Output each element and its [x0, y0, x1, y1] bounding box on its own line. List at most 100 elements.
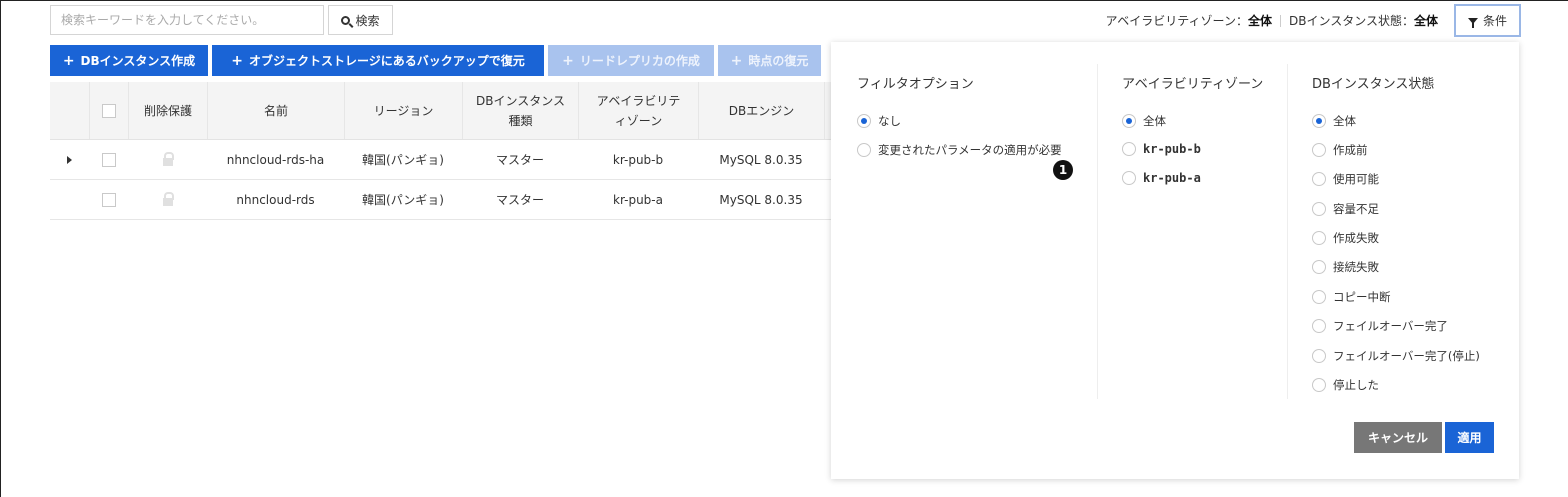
radio-icon	[1312, 172, 1326, 186]
db-state-option-storage-full[interactable]: 容量不足	[1312, 201, 1379, 217]
annotation-badge: 1	[1053, 160, 1073, 180]
db-state-option-label: 作成前	[1333, 143, 1368, 157]
hidden-column-header	[824, 82, 831, 139]
instance-type: マスター	[495, 153, 544, 167]
point-in-time-restore-button[interactable]: + 時点の復元	[718, 45, 821, 76]
search-button[interactable]: 検索	[328, 5, 393, 35]
point-in-time-restore-label: 時点の復元	[748, 54, 809, 68]
db-state-option-label: 停止した	[1333, 378, 1379, 392]
column-divider	[1287, 64, 1288, 399]
select-all-header	[89, 82, 128, 139]
radio-icon	[1312, 290, 1326, 304]
search-button-label: 検索	[355, 13, 380, 28]
az-status-value: 全体	[1247, 14, 1272, 28]
instance-region: 韓国(パンギョ)	[362, 193, 444, 207]
db-state-option-all[interactable]: 全体	[1312, 113, 1356, 129]
az-option-kr-pub-b[interactable]: kr-pub-b	[1122, 142, 1201, 156]
expand-toggle[interactable]	[50, 155, 89, 164]
radio-icon	[1312, 378, 1326, 392]
az-header[interactable]: アベイラビリテ ィゾーン	[578, 82, 698, 139]
radio-selected-icon	[857, 114, 871, 128]
az-option-label: kr-pub-a	[1143, 171, 1201, 185]
instance-az: kr-pub-b	[612, 152, 664, 167]
name-header[interactable]: 名前	[207, 82, 344, 139]
create-instance-label: DBインスタンス作成	[80, 54, 196, 68]
instance-type-header[interactable]: DBインスタンス 種類	[462, 82, 578, 139]
table-header: 削除保護 名前 リージョン DBインスタンス 種類 アベイラビリテ ィゾーン D…	[50, 82, 831, 140]
cancel-button[interactable]: キャンセル	[1354, 422, 1442, 453]
restore-object-storage-button[interactable]: + オブジェクトストレージにあるバックアップで復元	[212, 45, 544, 76]
condition-button-label: 条件	[1482, 14, 1507, 28]
apply-button[interactable]: 適用	[1445, 422, 1494, 453]
condition-button[interactable]: 条件	[1454, 4, 1521, 37]
db-state-filter-title: DBインスタンス状態	[1312, 77, 1435, 92]
filter-option-param-apply-needed[interactable]: 変更されたパラメータの適用が必要	[857, 142, 1062, 158]
create-read-replica-button[interactable]: + リードレプリカの作成	[548, 45, 714, 76]
instance-table: 削除保護 名前 リージョン DBインスタンス 種類 アベイラビリテ ィゾーン D…	[50, 82, 831, 220]
instance-type-header-line2: 種類	[508, 113, 533, 128]
instance-name: nhncloud-rds	[236, 192, 315, 207]
az-option-label: 全体	[1143, 114, 1166, 128]
az-option-all[interactable]: 全体	[1122, 113, 1166, 129]
radio-selected-icon	[1122, 114, 1136, 128]
instance-region: 韓国(パンギョ)	[362, 153, 444, 167]
db-state-option-available[interactable]: 使用可能	[1312, 171, 1379, 187]
db-state-option-label: 全体	[1333, 114, 1356, 128]
radio-icon	[1312, 202, 1326, 216]
plus-icon: +	[62, 52, 75, 69]
radio-icon	[1312, 349, 1326, 363]
db-state-option-failover-complete-stopped[interactable]: フェイルオーバー完了(停止)	[1312, 348, 1480, 364]
instance-engine: MySQL 8.0.35	[719, 152, 803, 167]
filter-options-title: フィルタオプション	[857, 77, 974, 92]
expand-column-header	[50, 82, 89, 139]
select-all-checkbox[interactable]	[102, 103, 116, 118]
az-status-label: アベイラビリティゾーン：	[1105, 14, 1248, 28]
db-state-option-label: 作成失敗	[1333, 231, 1379, 245]
engine-header[interactable]: DBエンジン	[698, 82, 824, 139]
radio-icon	[1122, 171, 1136, 185]
lock-icon	[162, 192, 174, 206]
db-state-option-label: フェイルオーバー完了	[1333, 319, 1448, 333]
row-checkbox[interactable]	[101, 192, 116, 207]
db-state-option-failover-complete[interactable]: フェイルオーバー完了	[1312, 318, 1448, 334]
radio-selected-icon	[1312, 114, 1326, 128]
instance-engine: MySQL 8.0.35	[719, 192, 803, 207]
instance-az: kr-pub-a	[613, 192, 663, 207]
delete-protection-header[interactable]: 削除保護	[128, 82, 207, 139]
search-input[interactable]	[50, 5, 324, 35]
plus-icon: +	[231, 52, 243, 69]
db-state-status-value: 全体	[1413, 14, 1438, 28]
db-state-option-label: 接続失敗	[1333, 260, 1379, 274]
create-instance-button[interactable]: + DBインスタンス作成	[50, 45, 208, 76]
table-row[interactable]: nhncloud-rds 韓国(パンギョ) マスター kr-pub-a MySQ…	[50, 180, 831, 220]
radio-icon	[1312, 231, 1326, 245]
filter-option-none[interactable]: なし	[857, 113, 901, 129]
table-row[interactable]: nhncloud-rds-ha 韓国(パンギョ) マスター kr-pub-b M…	[50, 140, 831, 180]
expand-arrow-icon	[67, 155, 72, 164]
column-divider	[1097, 64, 1098, 399]
filter-status: アベイラビリティゾーン： 全体 DBインスタンス状態： 全体	[1106, 12, 1438, 29]
db-state-option-creation-failed[interactable]: 作成失敗	[1312, 230, 1379, 246]
row-checkbox[interactable]	[101, 152, 116, 167]
radio-icon	[1312, 143, 1326, 157]
db-state-option-label: 容量不足	[1333, 202, 1379, 216]
db-state-option-copy-interrupted[interactable]: コピー中断	[1312, 289, 1391, 305]
filter-icon	[1467, 17, 1478, 28]
db-state-option-stopped[interactable]: 停止した	[1312, 377, 1379, 393]
status-divider	[1279, 14, 1281, 27]
filter-option-label: 変更されたパラメータの適用が必要	[878, 143, 1062, 157]
radio-icon	[857, 143, 871, 157]
region-header[interactable]: リージョン	[344, 82, 462, 139]
radio-icon	[1312, 319, 1326, 333]
az-header-line2: ィゾーン	[614, 113, 663, 128]
plus-icon: +	[730, 52, 743, 69]
search-icon	[341, 15, 351, 25]
instance-name: nhncloud-rds-ha	[226, 152, 325, 167]
db-state-option-before-creation[interactable]: 作成前	[1312, 142, 1368, 158]
create-read-replica-label: リードレプリカの作成	[579, 54, 700, 68]
db-state-option-connection-failed[interactable]: 接続失敗	[1312, 259, 1379, 275]
az-option-kr-pub-a[interactable]: kr-pub-a	[1122, 171, 1201, 185]
db-state-option-label: 使用可能	[1333, 172, 1379, 186]
db-state-status-label: DBインスタンス状態：	[1288, 14, 1414, 28]
lock-icon	[162, 152, 174, 166]
